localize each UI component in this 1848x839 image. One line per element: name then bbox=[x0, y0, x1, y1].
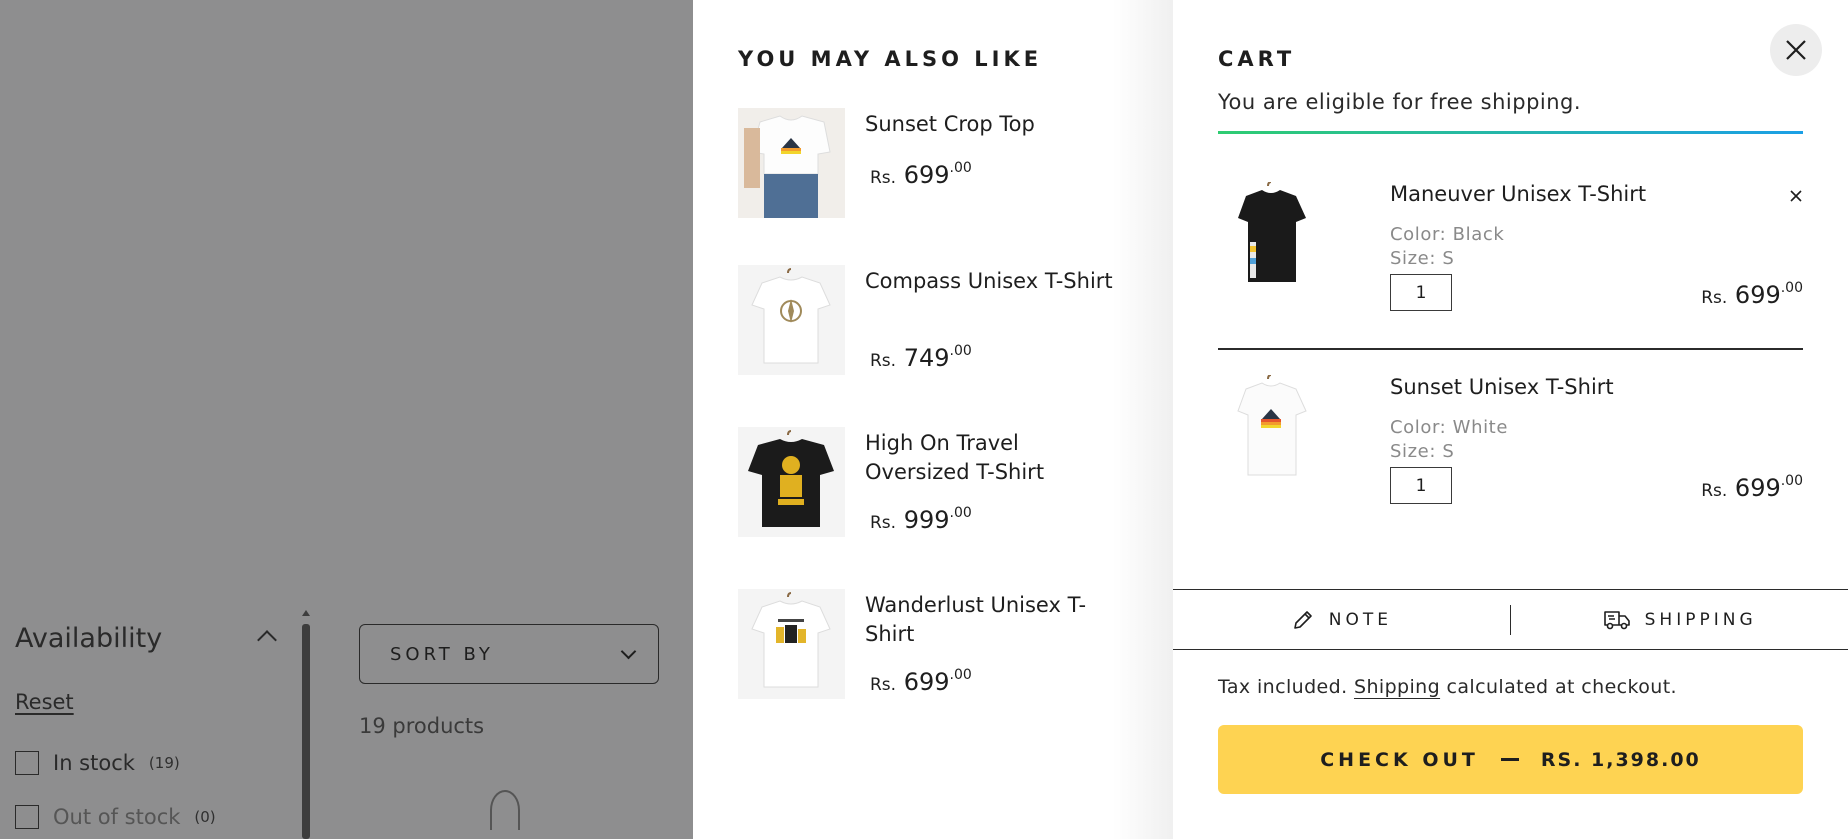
dash-separator bbox=[1500, 758, 1519, 761]
checkout-label: CHECK OUT bbox=[1320, 748, 1479, 771]
quantity-input[interactable]: 1 bbox=[1390, 467, 1452, 504]
filter-out-of-stock[interactable]: Out of stock (0) bbox=[15, 805, 216, 829]
truck-icon bbox=[1603, 610, 1630, 629]
pencil-icon bbox=[1293, 610, 1312, 629]
product-thumbnail[interactable] bbox=[1218, 374, 1325, 485]
recommendations-title: YOU MAY ALSO LIKE bbox=[738, 47, 1043, 71]
cart-item-price: Rs. 699.00 bbox=[1701, 280, 1803, 309]
rec-product-price: Rs. 699.00 bbox=[870, 160, 972, 189]
shipping-policy-link[interactable]: Shipping bbox=[1354, 676, 1440, 698]
product-image-partial[interactable] bbox=[490, 790, 520, 830]
rec-product-price: Rs. 749.00 bbox=[870, 343, 972, 372]
product-count: 19 products bbox=[359, 714, 485, 738]
product-thumbnail[interactable] bbox=[1218, 181, 1325, 292]
product-thumbnail[interactable] bbox=[738, 589, 845, 699]
cart-utility-bar: NOTE SHIPPING bbox=[1173, 589, 1848, 650]
checkout-button[interactable]: CHECK OUT RS. 1,398.00 bbox=[1218, 725, 1803, 794]
rec-product-name[interactable]: Wanderlust Unisex T-Shirt bbox=[865, 591, 1115, 649]
filter-count: (19) bbox=[148, 754, 180, 772]
product-thumbnail[interactable] bbox=[738, 108, 845, 218]
recommendations-panel: YOU MAY ALSO LIKE Sunset Crop Top Rs. 69… bbox=[693, 0, 1173, 839]
sort-label: SORT BY bbox=[390, 643, 494, 665]
chevron-up-icon[interactable] bbox=[257, 630, 277, 650]
scroll-up-arrow[interactable] bbox=[302, 610, 310, 616]
cart-drawer: CART You are eligible for free shipping.… bbox=[1173, 0, 1848, 839]
reset-link[interactable]: Reset bbox=[15, 690, 74, 714]
background-overlay[interactable]: Availability Reset In stock (19) Out of … bbox=[0, 0, 693, 839]
rec-product-name[interactable]: Sunset Crop Top bbox=[865, 110, 1115, 139]
rec-item[interactable]: Compass Unisex T-Shirt Rs. 749.00 bbox=[738, 265, 1138, 375]
availability-filter-title[interactable]: Availability bbox=[15, 623, 162, 654]
shipping-label: SHIPPING bbox=[1644, 609, 1757, 630]
quantity-input[interactable]: 1 bbox=[1390, 274, 1452, 311]
remove-item-button[interactable] bbox=[1789, 189, 1803, 203]
chevron-down-icon bbox=[620, 643, 637, 659]
product-thumbnail[interactable] bbox=[738, 427, 845, 537]
cart-item: Maneuver Unisex T-Shirt Color: Black Siz… bbox=[1218, 181, 1803, 362]
cart-item-size: Size: S bbox=[1390, 248, 1455, 269]
remove-icon bbox=[1790, 190, 1802, 202]
filter-label: Out of stock bbox=[53, 805, 181, 829]
cart-divider bbox=[1218, 348, 1803, 350]
cart-item: Sunset Unisex T-Shirt Color: White Size:… bbox=[1218, 374, 1803, 555]
checkbox[interactable] bbox=[15, 751, 39, 775]
free-shipping-message: You are eligible for free shipping. bbox=[1218, 90, 1582, 114]
cart-title: CART bbox=[1218, 47, 1296, 71]
checkout-amount: RS. 1,398.00 bbox=[1540, 748, 1701, 771]
cart-item-color: Color: White bbox=[1390, 417, 1509, 438]
rec-product-name[interactable]: Compass Unisex T-Shirt bbox=[865, 267, 1115, 296]
filter-count: (0) bbox=[194, 808, 216, 826]
rec-item[interactable]: Sunset Crop Top Rs. 699.00 bbox=[738, 108, 1138, 218]
cart-item-price: Rs. 699.00 bbox=[1701, 473, 1803, 502]
tax-note: Tax included. Shipping calculated at che… bbox=[1218, 676, 1677, 698]
filter-label: In stock bbox=[53, 751, 135, 775]
cart-item-name[interactable]: Sunset Unisex T-Shirt bbox=[1390, 375, 1614, 399]
cart-item-size: Size: S bbox=[1390, 441, 1455, 462]
filter-in-stock[interactable]: In stock (19) bbox=[15, 751, 180, 775]
note-button[interactable]: NOTE bbox=[1173, 590, 1510, 649]
rec-product-price: Rs. 999.00 bbox=[870, 505, 972, 534]
sort-dropdown[interactable]: SORT BY bbox=[359, 624, 659, 684]
rec-item[interactable]: High On Travel Oversized T-Shirt Rs. 999… bbox=[738, 427, 1138, 537]
close-icon bbox=[1786, 40, 1806, 60]
close-button[interactable] bbox=[1770, 24, 1822, 76]
rec-item[interactable]: Wanderlust Unisex T-Shirt Rs. 699.00 bbox=[738, 589, 1138, 699]
cart-item-color: Color: Black bbox=[1390, 224, 1505, 245]
shipping-button[interactable]: SHIPPING bbox=[1511, 590, 1848, 649]
checkbox[interactable] bbox=[15, 805, 39, 829]
rec-product-name[interactable]: High On Travel Oversized T-Shirt bbox=[865, 429, 1115, 487]
cart-item-name[interactable]: Maneuver Unisex T-Shirt bbox=[1390, 182, 1646, 206]
scrollbar[interactable] bbox=[302, 624, 310, 839]
note-label: NOTE bbox=[1328, 609, 1392, 630]
free-shipping-progress bbox=[1218, 131, 1803, 134]
rec-product-price: Rs. 699.00 bbox=[870, 667, 972, 696]
product-thumbnail[interactable] bbox=[738, 265, 845, 375]
